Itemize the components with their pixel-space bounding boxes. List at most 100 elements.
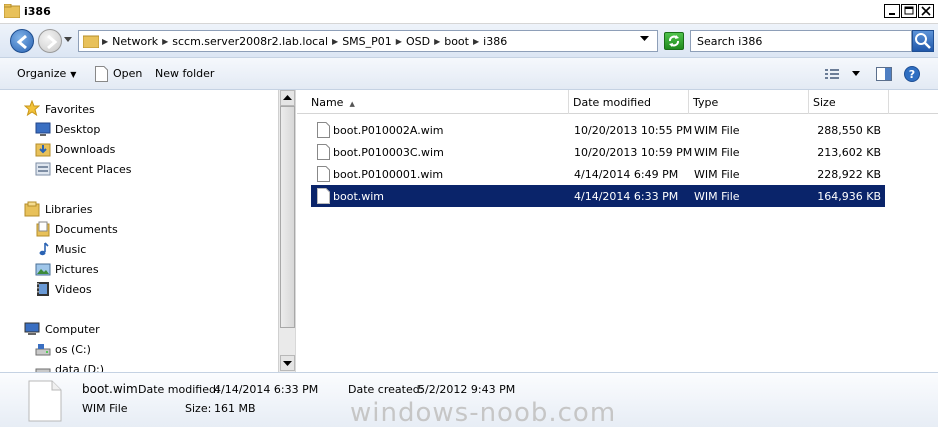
details-date-created-label: Date created: (348, 383, 424, 396)
organize-button[interactable]: Organize ▼ (17, 67, 76, 80)
file-size: 228,922 KB (817, 168, 881, 181)
file-size: 164,936 KB (817, 190, 881, 203)
details-size-label: Size: (185, 402, 212, 415)
watermark: windows-noob.com (350, 398, 617, 428)
scroll-thumb[interactable] (280, 106, 295, 328)
file-row[interactable]: boot.P010003C.wim 10/20/2013 10:59 PM WI… (311, 141, 885, 163)
back-button[interactable] (10, 29, 34, 53)
file-name: boot.wim (333, 190, 385, 203)
forward-button[interactable] (38, 29, 62, 53)
close-button[interactable] (918, 4, 934, 18)
file-row[interactable]: boot.P010002A.wim 10/20/2013 10:55 PM WI… (311, 119, 885, 141)
chevron-up-icon (283, 95, 292, 100)
nav-drive-c[interactable]: os (C:) (55, 343, 91, 356)
organize-label: Organize (17, 67, 67, 80)
desktop-icon (35, 122, 51, 136)
file-date-modified: 10/20/2013 10:59 PM (574, 146, 693, 159)
help-icon[interactable]: ? (904, 66, 920, 82)
drive-icon (35, 344, 51, 356)
nav-desktop[interactable]: Desktop (55, 123, 100, 136)
documents-icon (36, 221, 50, 237)
file-name: boot.P0100001.wim (333, 168, 444, 181)
libraries-icon (24, 201, 40, 217)
column-name-label: Name (311, 96, 344, 109)
scroll-up-button[interactable] (280, 90, 295, 106)
folder-icon (83, 35, 99, 48)
file-row[interactable]: boot.P0100001.wim 4/14/2014 6:49 PM WIM … (311, 163, 885, 185)
file-size: 288,550 KB (817, 124, 881, 137)
sort-ascending-icon: ▲ (349, 100, 355, 108)
breadcrumb-separator-icon[interactable]: ▶ (433, 37, 441, 46)
file-row-selected[interactable]: boot.wim 4/14/2014 6:33 PM WIM File 164,… (311, 185, 885, 207)
star-icon (24, 100, 40, 116)
views-dropdown-icon[interactable] (852, 71, 860, 77)
nav-scrollbar[interactable] (278, 90, 295, 372)
search-input[interactable]: Search i386 (690, 30, 912, 52)
nav-downloads[interactable]: Downloads (55, 143, 115, 156)
file-icon (28, 380, 62, 422)
downloads-icon (35, 143, 51, 157)
nav-documents[interactable]: Documents (55, 223, 118, 236)
breadcrumb-i386[interactable]: i386 (480, 35, 510, 48)
window-title: i386 (24, 5, 51, 18)
nav-videos[interactable]: Videos (55, 283, 92, 296)
details-date-created-value: 5/2/2012 9:43 PM (418, 383, 516, 396)
scroll-down-button[interactable] (280, 355, 295, 371)
breadcrumb-separator-icon[interactable]: ▶ (472, 37, 480, 46)
breadcrumb-separator-icon[interactable]: ▶ (101, 37, 109, 46)
column-header-date-modified[interactable]: Date modified (569, 90, 689, 114)
column-header-type[interactable]: Type (689, 90, 809, 114)
column-header-name[interactable]: Name ▲ (307, 90, 569, 114)
minimize-icon (889, 13, 895, 15)
file-name: boot.P010002A.wim (333, 124, 444, 137)
nav-music[interactable]: Music (55, 243, 86, 256)
address-row: ▶ Network ▶ sccm.server2008r2.lab.local … (0, 24, 938, 58)
file-date-modified: 4/14/2014 6:49 PM (574, 168, 679, 181)
file-icon (317, 188, 330, 204)
nav-drive-d[interactable]: data (D:) (55, 363, 104, 372)
file-type: WIM File (694, 190, 740, 203)
pictures-icon (35, 263, 51, 276)
navigation-pane: Favorites Desktop Downloads Recent Place… (0, 90, 296, 372)
nav-pictures[interactable]: Pictures (55, 263, 99, 276)
breadcrumb-separator-icon[interactable]: ▶ (161, 37, 169, 46)
file-list: Name ▲ Date modified Type Size boot.P0100… (297, 90, 938, 372)
views-icon[interactable] (824, 67, 840, 81)
breadcrumb-server[interactable]: sccm.server2008r2.lab.local (169, 35, 331, 48)
column-header-size[interactable]: Size (809, 90, 889, 114)
nav-favorites[interactable]: Favorites (45, 103, 95, 116)
drive-icon (35, 368, 51, 372)
details-date-modified-value: 4/14/2014 6:33 PM (214, 383, 319, 396)
search-button[interactable] (912, 30, 934, 52)
chevron-down-icon: ▼ (70, 70, 77, 79)
address-dropdown-icon[interactable] (640, 36, 649, 42)
computer-icon (24, 322, 40, 335)
maximize-button[interactable] (901, 4, 917, 18)
breadcrumb-separator-icon[interactable]: ▶ (395, 37, 403, 46)
recent-pages-dropdown-icon[interactable] (64, 37, 72, 43)
new-folder-button[interactable]: New folder (155, 67, 214, 80)
file-date-modified: 4/14/2014 6:33 PM (574, 190, 679, 203)
file-type: WIM File (694, 124, 740, 137)
details-date-modified-label: Date modified: (138, 383, 220, 396)
nav-computer[interactable]: Computer (45, 323, 100, 336)
forward-arrow-icon (47, 34, 58, 50)
file-name: boot.P010003C.wim (333, 146, 444, 159)
maximize-icon (904, 6, 914, 15)
breadcrumb-osd[interactable]: OSD (403, 35, 433, 48)
address-bar[interactable]: ▶ Network ▶ sccm.server2008r2.lab.local … (78, 30, 658, 52)
details-size-value: 161 MB (214, 402, 256, 415)
open-button[interactable]: Open (113, 67, 142, 80)
preview-pane-icon[interactable] (876, 67, 892, 81)
close-icon (921, 6, 931, 16)
folder-icon (4, 4, 20, 18)
breadcrumb-share[interactable]: SMS_P01 (339, 35, 395, 48)
nav-recent-places[interactable]: Recent Places (55, 163, 132, 176)
breadcrumb-boot[interactable]: boot (441, 35, 472, 48)
refresh-button[interactable] (664, 32, 684, 50)
breadcrumb-separator-icon[interactable]: ▶ (331, 37, 339, 46)
minimize-button[interactable] (884, 4, 900, 18)
nav-libraries[interactable]: Libraries (45, 203, 93, 216)
file-date-modified: 10/20/2013 10:55 PM (574, 124, 693, 137)
breadcrumb-network[interactable]: Network (109, 35, 161, 48)
